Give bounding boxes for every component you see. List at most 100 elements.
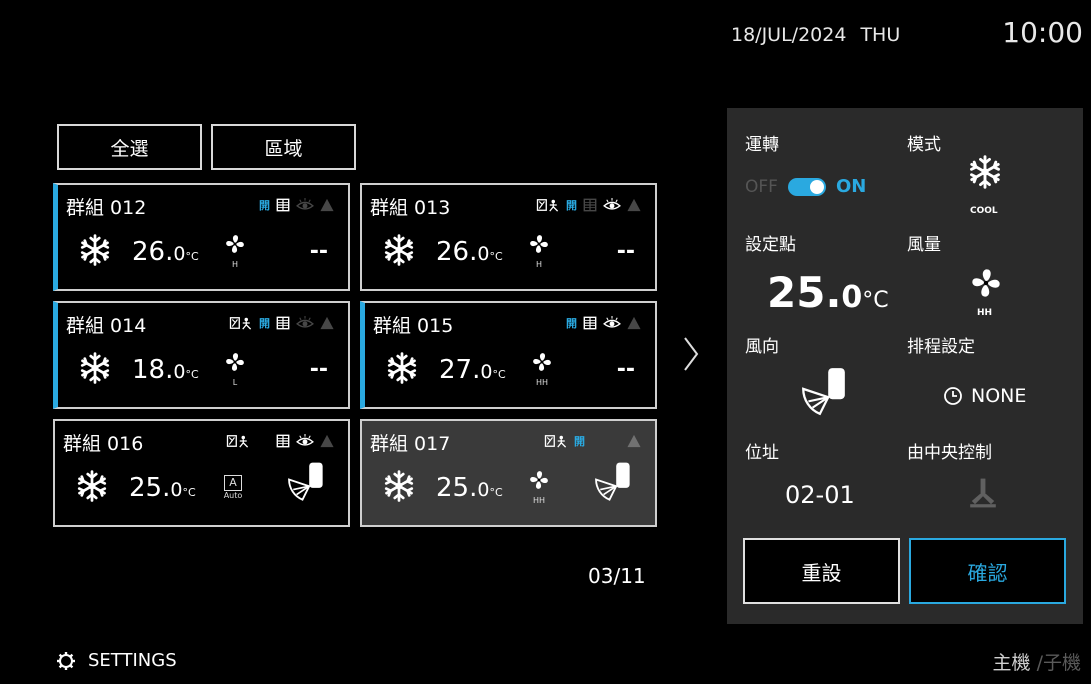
warning-icon: [627, 434, 641, 448]
date-text: 18/JUL/2024: [731, 24, 847, 46]
direction-value: --: [309, 239, 328, 264]
snowflake-icon: [75, 469, 109, 503]
status-icons: 開: [566, 315, 641, 331]
page-indicator: 03/11: [588, 564, 646, 588]
clock: 10:00: [1002, 16, 1083, 49]
group-temperature: 18.0°C: [132, 355, 199, 385]
grid-icon: [583, 198, 597, 212]
fan-icon: [224, 351, 246, 373]
group-temperature: 26.0°C: [132, 237, 199, 267]
day-of-week: THU: [860, 24, 901, 46]
snowflake-icon: [382, 469, 416, 503]
group-card-014[interactable]: 群組 014 開 18.0°C L --: [53, 301, 350, 409]
fan-icon: [528, 469, 550, 491]
warning-icon: [627, 198, 641, 212]
fan-speed: L: [222, 351, 248, 387]
off-label: OFF: [745, 176, 778, 197]
reset-button[interactable]: 重設: [743, 538, 900, 604]
snowflake-icon: [78, 351, 112, 385]
date-display: 18/JUL/2024 THU: [731, 24, 900, 46]
warning-icon: [320, 434, 334, 448]
warning-icon: [320, 316, 334, 330]
unit-main[interactable]: 主機: [993, 652, 1031, 674]
on-label: ON: [835, 176, 867, 197]
status-icons: 開: [536, 197, 641, 213]
eye-icon: [296, 316, 314, 330]
group-temperature: 26.0°C: [436, 237, 503, 267]
group-name: 群組 014: [66, 315, 147, 337]
fan-icon: [528, 233, 550, 255]
open-status-icon: 開: [566, 199, 577, 212]
eye-icon: [296, 198, 314, 212]
status-icons: [226, 433, 334, 449]
direction-value: --: [616, 239, 635, 264]
settings-button[interactable]: SETTINGS: [56, 650, 177, 671]
network-icon: [536, 198, 560, 212]
confirm-button[interactable]: 確認: [909, 538, 1066, 604]
status-icons: 開: [229, 315, 334, 331]
setpoint-value[interactable]: 25.0°C: [767, 268, 889, 317]
grid-icon: [276, 316, 290, 330]
select-all-button[interactable]: 全選: [57, 124, 202, 170]
snowflake-icon: [385, 351, 419, 385]
schedule-setting[interactable]: NONE: [943, 385, 1026, 407]
grid-icon: [276, 198, 290, 212]
group-name: 群組 013: [370, 197, 451, 219]
open-status-icon: 開: [259, 317, 270, 330]
fan-speed: H: [526, 233, 552, 269]
fan-icon: [531, 351, 553, 373]
detail-panel: 運轉 模式 OFF ON COOL 設定點 風量 25.0°C HH 風向 排程…: [727, 108, 1083, 624]
fan-speed: H: [222, 233, 248, 269]
group-name: 群組 012: [66, 197, 147, 219]
louver-icon: [284, 461, 326, 503]
open-status-icon: 開: [566, 317, 577, 330]
fan-auto-indicator: A Auto: [223, 475, 243, 500]
group-temperature: 25.0°C: [129, 473, 196, 503]
grid-icon: [583, 316, 597, 330]
gear-icon: [57, 651, 75, 670]
fan-value: HH: [977, 308, 993, 318]
group-card-012[interactable]: 群組 012 開 26.0°C H --: [53, 183, 350, 291]
unit-selector[interactable]: 主機 /子機: [993, 648, 1081, 675]
group-name: 群組 015: [373, 315, 454, 337]
network-icon: [226, 434, 250, 448]
direction-value: --: [309, 357, 328, 382]
area-button[interactable]: 區域: [211, 124, 356, 170]
clock-icon: [944, 387, 962, 405]
chevron-right-icon[interactable]: [683, 336, 699, 372]
louver-icon: [591, 461, 633, 503]
group-name: 群組 017: [370, 433, 451, 455]
central-control-icon: [967, 476, 999, 510]
mode-snowflake-icon[interactable]: [967, 154, 1003, 190]
open-status-icon: 開: [574, 435, 585, 448]
fan-icon[interactable]: [969, 266, 1003, 300]
grid-icon: [276, 434, 290, 448]
direction-value: --: [616, 357, 635, 382]
eye-icon: [603, 316, 621, 330]
settings-label: SETTINGS: [88, 650, 177, 671]
setpoint-label: 設定點: [745, 235, 796, 255]
status-icons: 開: [544, 433, 641, 449]
fan-icon: [224, 233, 246, 255]
status-icons: 開: [259, 197, 334, 213]
open-status-icon: 開: [259, 199, 270, 212]
group-card-015[interactable]: 群組 015 開 27.0°C HH --: [360, 301, 657, 409]
power-toggle[interactable]: OFF ON: [745, 176, 866, 197]
warning-icon: [320, 198, 334, 212]
louver-icon[interactable]: [797, 366, 849, 418]
warning-icon: [627, 316, 641, 330]
operation-label: 運轉: [745, 135, 779, 155]
group-name: 群組 016: [63, 433, 144, 455]
power-switch[interactable]: [787, 177, 826, 196]
address-label: 位址: [745, 443, 779, 463]
snowflake-icon: [78, 233, 112, 267]
network-icon: [229, 316, 253, 330]
unit-sub[interactable]: /子機: [1031, 652, 1081, 674]
eye-icon: [603, 198, 621, 212]
group-card-017[interactable]: 群組 017 開 25.0°C HH: [360, 419, 657, 527]
schedule-label: 排程設定: [907, 337, 975, 357]
address-value: 02-01: [785, 481, 855, 509]
group-card-013[interactable]: 群組 013 開 26.0°C H --: [360, 183, 657, 291]
network-icon: [544, 434, 568, 448]
group-card-016[interactable]: 群組 016 25.0°C A Auto: [53, 419, 350, 527]
